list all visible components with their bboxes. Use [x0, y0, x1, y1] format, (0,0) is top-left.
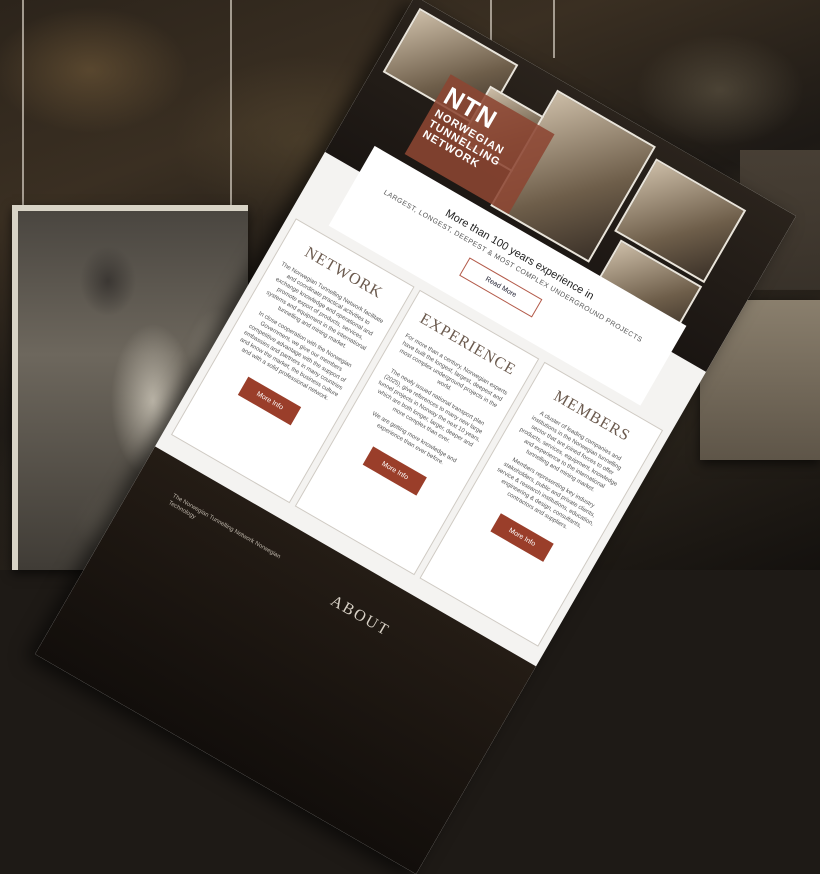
about-heading: ABOUT [327, 592, 393, 640]
hanging-wire [230, 0, 232, 205]
hanging-wire [553, 0, 555, 58]
hanging-wire [22, 0, 24, 205]
about-text: The Norwegian Tunnelling Network Norwegi… [167, 493, 282, 561]
